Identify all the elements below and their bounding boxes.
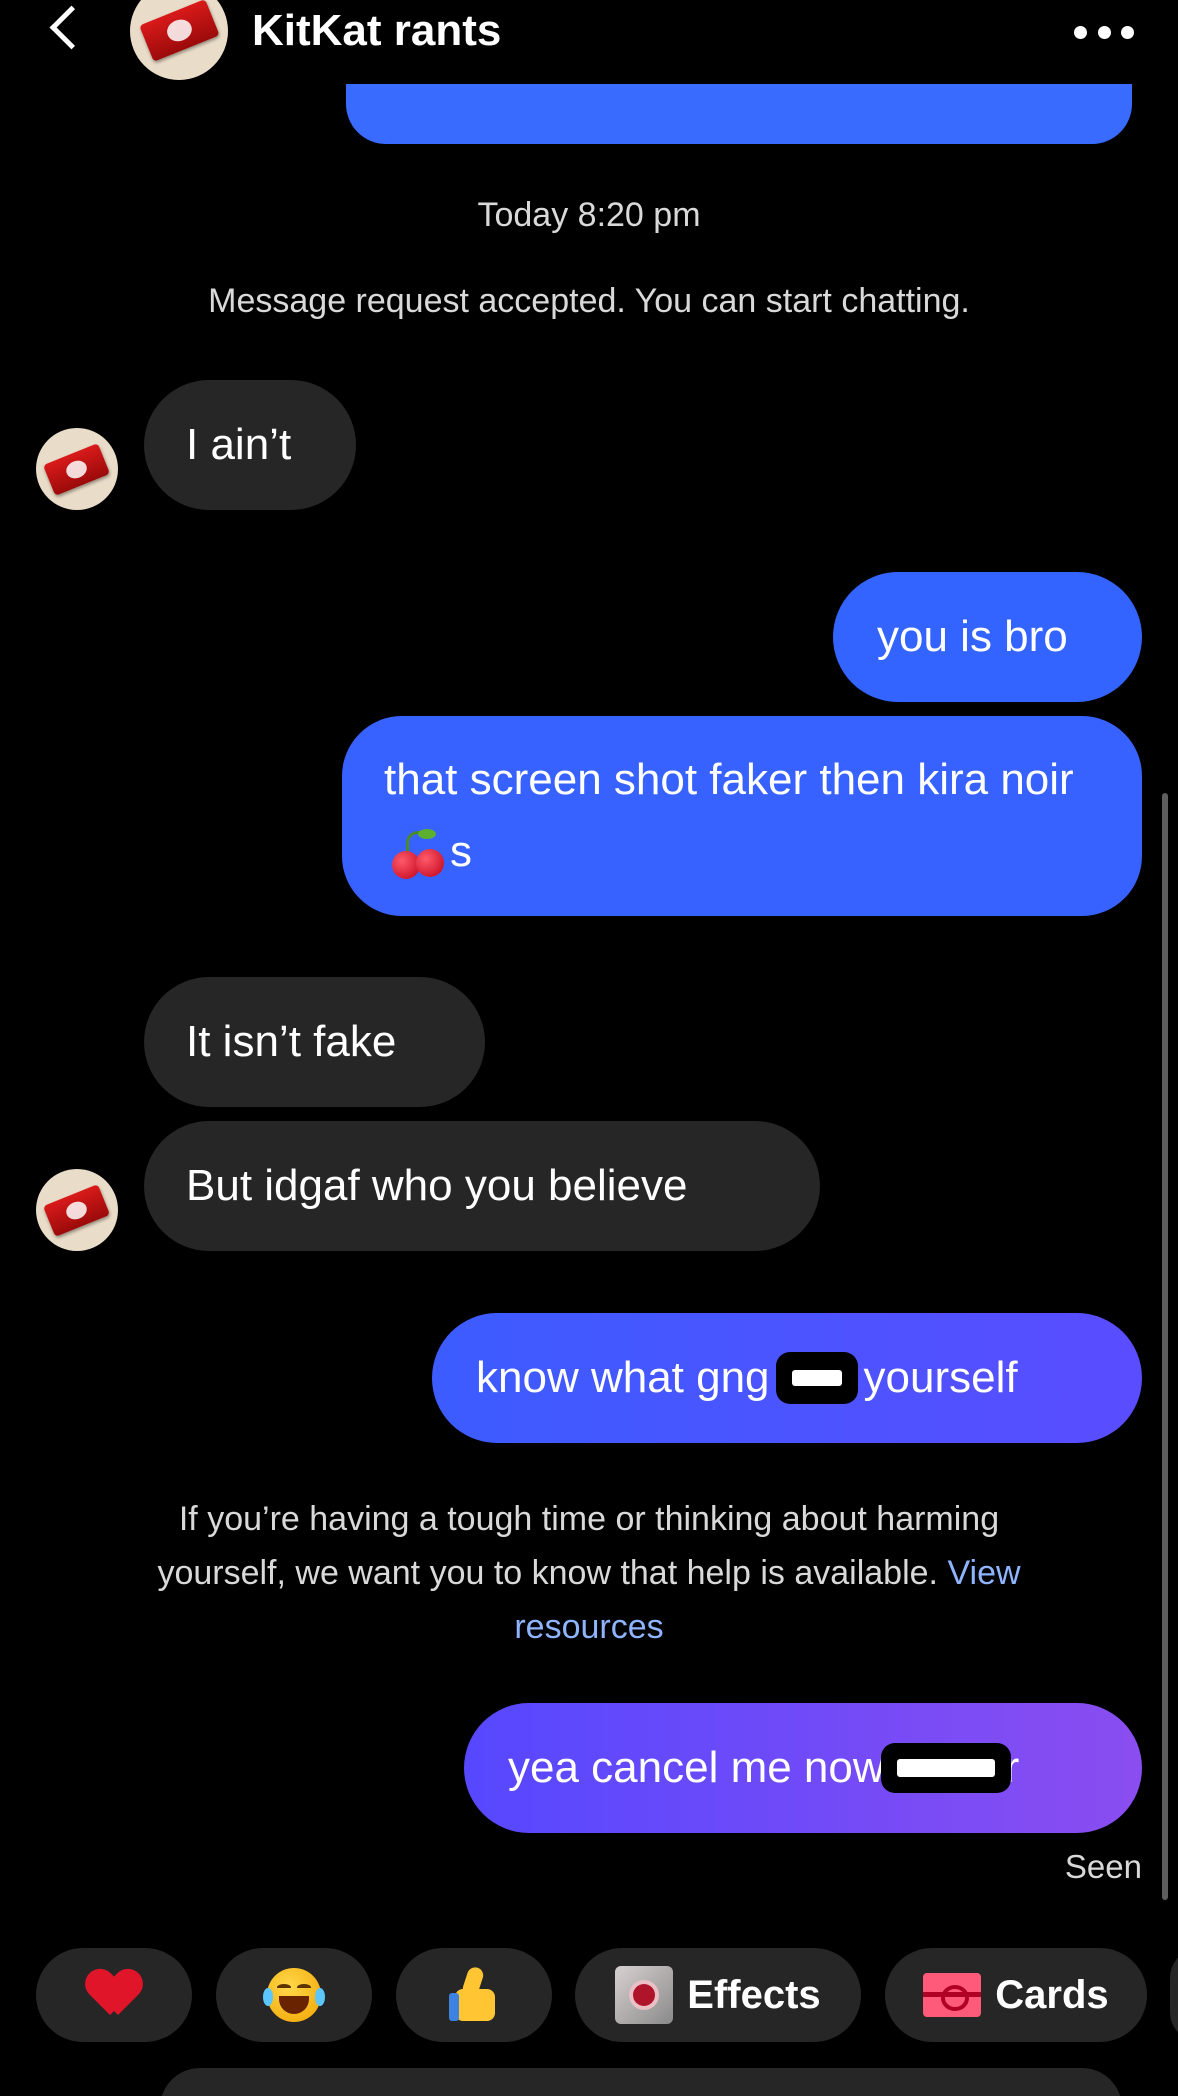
scrollbar[interactable] xyxy=(1162,793,1168,1900)
message-text: I ain’t xyxy=(186,420,292,469)
sender-avatar[interactable] xyxy=(36,428,118,510)
effects-label: Effects xyxy=(687,1972,821,2017)
quick-reactions-bar: Effects Cards xyxy=(0,1948,1178,2044)
message-bubble-outgoing[interactable]: you is bro xyxy=(833,572,1142,702)
heart-reaction-button[interactable] xyxy=(36,1948,192,2042)
heart-emoji-icon xyxy=(88,1971,140,2019)
back-chevron-icon[interactable] xyxy=(44,4,88,60)
redaction-mark xyxy=(775,1352,858,1404)
message-text-part: yourself xyxy=(863,1353,1018,1402)
laugh-reaction-button[interactable] xyxy=(216,1948,372,2042)
contact-avatar[interactable] xyxy=(130,0,228,80)
message-text-part: yea cancel me now xyxy=(508,1743,885,1792)
help-notice: If you’re having a tough time or thinkin… xyxy=(120,1492,1058,1654)
message-text: you is bro xyxy=(877,612,1068,661)
effects-button[interactable]: Effects xyxy=(575,1948,861,2042)
thumbs-up-reaction-button[interactable] xyxy=(396,1948,552,2042)
previous-message-bubble[interactable] xyxy=(346,84,1132,144)
message-bubble-incoming[interactable]: I ain’t xyxy=(144,380,356,510)
seen-receipt: Seen xyxy=(1064,1848,1142,1885)
sender-avatar[interactable] xyxy=(36,1169,118,1251)
message-text-part: know what gng xyxy=(476,1353,770,1402)
message-bubble-incoming[interactable]: But idgaf who you believe xyxy=(144,1121,820,1251)
thumbs-up-emoji-icon xyxy=(449,1965,499,2023)
chat-header: KitKat rants xyxy=(0,0,1178,88)
message-bubble-outgoing[interactable]: yea cancel me now r xyxy=(464,1703,1142,1833)
message-composer[interactable] xyxy=(160,2068,1122,2096)
cherries-emoji xyxy=(388,829,446,880)
more-reactions-button[interactable] xyxy=(1170,1948,1178,2042)
message-text: It isn’t fake xyxy=(186,1017,397,1066)
message-text: that screen shot faker then kira noir s xyxy=(384,744,1100,888)
chat-screen: KitKat rants Today 8:20 pm Message reque… xyxy=(0,0,1178,2096)
message-bubble-outgoing[interactable]: that screen shot faker then kira noir s xyxy=(342,716,1142,916)
message-text: But idgaf who you believe xyxy=(186,1161,688,1210)
cards-button[interactable]: Cards xyxy=(885,1948,1147,2042)
contact-name[interactable]: KitKat rants xyxy=(252,6,501,56)
message-bubble-incoming[interactable]: It isn’t fake xyxy=(144,977,485,1107)
help-notice-text: If you’re having a tough time or thinkin… xyxy=(157,1500,1000,1592)
redaction-mark xyxy=(880,1743,1011,1793)
thread-timestamp: Today 8:20 pm xyxy=(477,196,701,234)
more-options-icon[interactable] xyxy=(1074,22,1134,42)
tears-of-joy-emoji-icon xyxy=(263,1968,325,2022)
gift-card-icon xyxy=(923,1973,982,2017)
message-bubble-outgoing[interactable]: know what gng yourself xyxy=(432,1313,1142,1443)
cards-label: Cards xyxy=(995,1972,1109,2017)
system-note: Message request accepted. You can start … xyxy=(208,282,970,320)
message-text-part: s xyxy=(450,827,472,876)
message-text-part: that screen shot faker then kira noir xyxy=(384,755,1074,804)
effects-icon xyxy=(615,1966,674,2024)
